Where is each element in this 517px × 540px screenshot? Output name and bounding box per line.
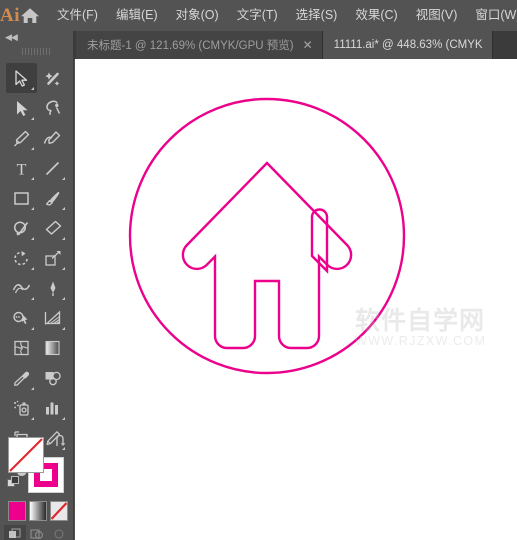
column-graph-tool[interactable] bbox=[37, 393, 68, 423]
none-button[interactable] bbox=[50, 501, 68, 521]
menu-edit[interactable]: 编辑(E) bbox=[107, 3, 167, 28]
paintbrush-tool[interactable] bbox=[37, 183, 68, 213]
line-segment-tool[interactable] bbox=[37, 153, 68, 183]
shape-builder-tool[interactable] bbox=[6, 303, 37, 333]
draw-normal-button[interactable] bbox=[4, 525, 26, 540]
mesh-tool[interactable] bbox=[6, 333, 37, 363]
fill-swatch[interactable] bbox=[8, 437, 44, 473]
tool-flyout-indicator bbox=[31, 147, 34, 150]
svg-text:T: T bbox=[17, 161, 27, 177]
menu-bar: Ai 文件(F) 编辑(E) 对象(O) 文字(T) 选择(S) 效果(C) 视… bbox=[0, 0, 517, 31]
tool-flyout-indicator bbox=[31, 267, 34, 270]
draw-mode-buttons bbox=[4, 525, 70, 540]
illustrator-window: Ai 文件(F) 编辑(E) 对象(O) 文字(T) 选择(S) 效果(C) 视… bbox=[0, 0, 517, 540]
panel-drag-handle[interactable] bbox=[22, 48, 52, 55]
collapse-icon[interactable]: ◀◀ bbox=[5, 32, 18, 43]
menu-effect[interactable]: 效果(C) bbox=[346, 3, 406, 28]
tool-flyout-indicator bbox=[62, 417, 65, 420]
shaper-tool[interactable] bbox=[6, 213, 37, 243]
home-icon[interactable] bbox=[20, 0, 40, 31]
selection-tool[interactable] bbox=[6, 63, 37, 93]
rotate-tool[interactable] bbox=[6, 243, 37, 273]
tool-flyout-indicator bbox=[31, 327, 34, 330]
rectangle-tool[interactable] bbox=[6, 183, 37, 213]
circle-outline bbox=[128, 97, 406, 375]
tool-flyout-indicator bbox=[31, 177, 34, 180]
tool-grid: T bbox=[6, 63, 68, 483]
menu-type[interactable]: 文字(T) bbox=[228, 3, 287, 28]
menu-select[interactable]: 选择(S) bbox=[287, 3, 347, 28]
blend-tool[interactable] bbox=[37, 363, 68, 393]
symbol-sprayer-tool[interactable] bbox=[37, 273, 68, 303]
draw-inside-button[interactable] bbox=[48, 525, 70, 540]
tools-panel-header: ◀◀ bbox=[0, 31, 73, 45]
swap-fill-stroke-icon[interactable] bbox=[54, 434, 67, 453]
menu-window[interactable]: 窗口(W) bbox=[466, 3, 517, 28]
home-icon-artwork[interactable] bbox=[75, 59, 517, 540]
tool-flyout-indicator bbox=[62, 327, 65, 330]
tool-flyout-indicator bbox=[62, 237, 65, 240]
fill-none-indicator bbox=[9, 438, 43, 472]
tool-flyout-indicator bbox=[31, 117, 34, 120]
symbol-sprayer-tool-2[interactable] bbox=[6, 393, 37, 423]
gradient-tool[interactable] bbox=[37, 333, 68, 363]
tool-flyout-indicator bbox=[31, 417, 34, 420]
eraser-tool[interactable] bbox=[37, 213, 68, 243]
menu-view[interactable]: 视图(V) bbox=[407, 3, 467, 28]
direct-selection-tool[interactable] bbox=[6, 93, 37, 123]
document-tab-untitled[interactable]: 未标题-1 @ 121.69% (CMYK/GPU 预览) ✕ bbox=[76, 31, 323, 59]
document-tab-11111[interactable]: 11111.ai* @ 448.63% (CMYK bbox=[322, 31, 493, 59]
width-tool[interactable] bbox=[6, 273, 37, 303]
menu-file[interactable]: 文件(F) bbox=[48, 3, 107, 28]
fill-mode-buttons bbox=[8, 501, 68, 523]
tool-flyout-indicator bbox=[62, 177, 65, 180]
type-tool[interactable]: T bbox=[6, 153, 37, 183]
tool-flyout-indicator bbox=[31, 207, 34, 210]
magic-wand-tool[interactable] bbox=[37, 63, 68, 93]
tool-flyout-indicator bbox=[62, 267, 65, 270]
fill-stroke-controls bbox=[6, 434, 68, 497]
pen-tool[interactable] bbox=[6, 123, 37, 153]
perspective-grid-tool[interactable] bbox=[37, 303, 68, 333]
free-transform-tool[interactable] bbox=[37, 243, 68, 273]
menu-item-list: 文件(F) 编辑(E) 对象(O) 文字(T) 选择(S) 效果(C) 视图(V… bbox=[48, 3, 517, 28]
tool-flyout-indicator bbox=[31, 387, 34, 390]
document-tab-bar: 未标题-1 @ 121.69% (CMYK/GPU 预览) ✕ 11111.ai… bbox=[0, 31, 517, 59]
close-icon[interactable]: ✕ bbox=[303, 39, 313, 51]
draw-behind-button[interactable] bbox=[26, 525, 48, 540]
tool-flyout-indicator bbox=[62, 297, 65, 300]
lasso-tool[interactable] bbox=[37, 93, 68, 123]
tool-flyout-indicator bbox=[62, 207, 65, 210]
tab-list: 未标题-1 @ 121.69% (CMYK/GPU 预览) ✕ 11111.ai… bbox=[76, 31, 493, 59]
menu-object[interactable]: 对象(O) bbox=[167, 3, 228, 28]
default-fill-stroke-icon[interactable] bbox=[7, 476, 20, 494]
gradient-button[interactable] bbox=[29, 501, 47, 521]
tool-flyout-indicator bbox=[31, 237, 34, 240]
tool-flyout-indicator bbox=[31, 87, 34, 90]
eyedropper-tool[interactable] bbox=[6, 363, 37, 393]
color-button[interactable] bbox=[8, 501, 26, 521]
tab-label: 未标题-1 @ 121.69% (CMYK/GPU 预览) bbox=[87, 40, 294, 52]
curvature-tool[interactable] bbox=[37, 123, 68, 153]
canvas-area[interactable]: 软件自学网 WWW.RJZXW.COM bbox=[75, 59, 517, 540]
app-logo: Ai bbox=[0, 5, 20, 26]
tools-panel: ◀◀ T bbox=[0, 31, 74, 540]
tab-label: 11111.ai* @ 448.63% (CMYK bbox=[333, 39, 483, 51]
tool-flyout-indicator bbox=[31, 297, 34, 300]
